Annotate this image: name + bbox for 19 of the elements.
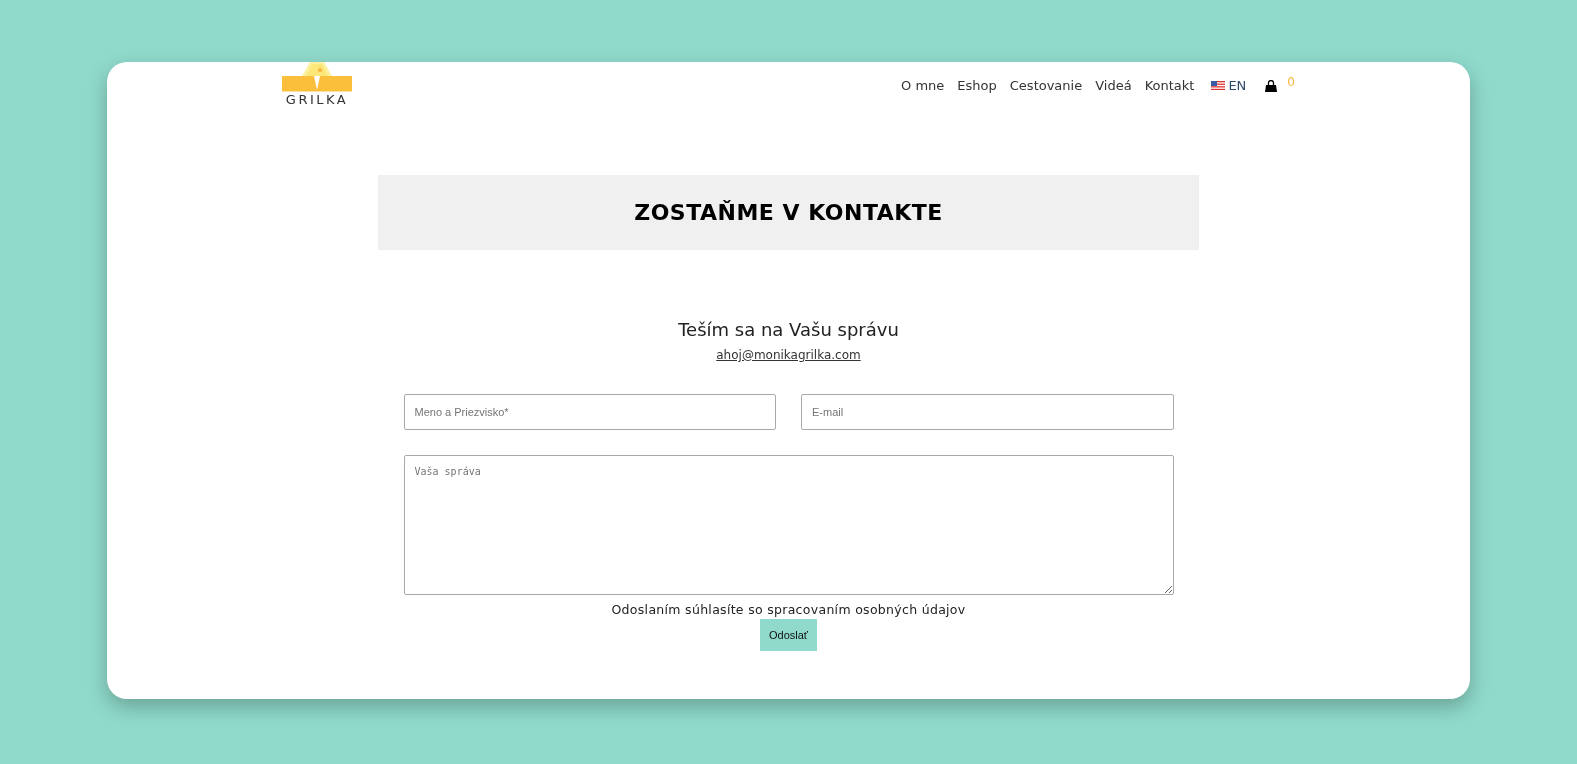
page-title: ZOSTAŇME V KONTAKTE <box>634 200 943 225</box>
nav-link[interactable]: Cestovanie <box>1009 78 1083 93</box>
submit-button[interactable]: Odoslať <box>760 619 817 651</box>
input-field[interactable]: E-mail <box>801 394 1174 430</box>
consent-text: Odoslaním súhlasíte so spracovaním osobných údajov <box>611 602 966 617</box>
nav-link[interactable]: Kontakt <box>1144 78 1195 93</box>
language-link[interactable]: EN <box>1211 78 1247 93</box>
intro-heading: Teším sa na Vašu správu <box>678 319 899 340</box>
message-field[interactable]: Vaša správa <box>403 455 1174 595</box>
logo[interactable]: GRILKA <box>282 62 352 107</box>
flag-icon <box>1211 81 1226 90</box>
input-field[interactable]: Meno a Priezvisko* <box>403 394 776 430</box>
nav-link[interactable]: Videá <box>1095 78 1132 93</box>
email-link[interactable]: ahoj@monikagrilka.com <box>716 348 861 362</box>
cart-count: 0 <box>1287 74 1295 89</box>
nav-link[interactable]: Eshop <box>957 78 997 93</box>
nav-link[interactable]: O mne <box>901 78 945 93</box>
shopping-bag-icon[interactable] <box>1265 79 1278 92</box>
book-sun-icon <box>282 62 352 92</box>
